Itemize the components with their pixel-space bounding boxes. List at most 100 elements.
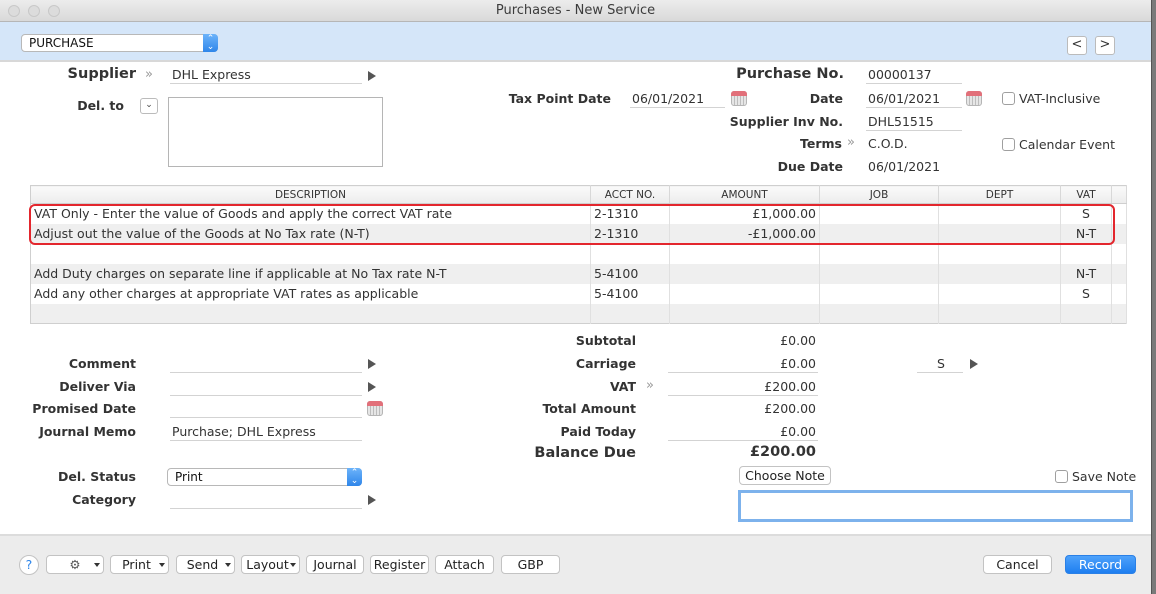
vat-field[interactable]: £200.00 [668,378,818,396]
column-header-vat[interactable]: VAT [1060,185,1112,204]
comment-field[interactable] [170,355,362,373]
cell-description[interactable] [30,243,591,264]
zoom-window-button[interactable] [48,5,60,17]
cancel-button[interactable]: Cancel [983,555,1052,574]
transaction-type-select[interactable]: PURCHASE ⌃ ⌄ [21,34,218,52]
cell-dept[interactable] [938,223,1061,244]
carriage-tax-code-field[interactable]: S [917,355,963,373]
promised-date-calendar-icon[interactable] [367,401,383,416]
table-row[interactable] [30,243,1127,264]
cell-vat[interactable]: S [1060,203,1112,224]
table-row[interactable]: VAT Only - Enter the value of Goods and … [30,203,1127,224]
attach-button[interactable]: Attach [435,555,494,574]
comment-arrow-icon[interactable] [368,359,376,369]
cell-job[interactable] [819,243,939,264]
cell-description[interactable] [30,303,591,324]
layout-button[interactable]: Layout [241,555,300,574]
minimize-window-button[interactable] [28,5,40,17]
register-button[interactable]: Register [370,555,429,574]
cell-vat[interactable] [1060,303,1112,324]
category-arrow-icon[interactable] [368,495,376,505]
carriage-tax-arrow-icon[interactable] [970,359,978,369]
terms-lookup-icon[interactable]: » [847,135,855,150]
cell-vat[interactable]: N-T [1060,223,1112,244]
save-note-checkbox[interactable] [1055,470,1068,483]
tax-point-calendar-icon[interactable] [731,91,747,106]
tax-point-date-field[interactable]: 06/01/2021 [630,90,725,108]
cell-amount[interactable] [669,263,820,284]
del-to-address-field[interactable] [168,97,383,167]
promised-date-field[interactable] [170,400,362,418]
cell-vat[interactable]: N-T [1060,263,1112,284]
del-status-select[interactable]: Print ⌃ ⌄ [167,468,362,486]
cell-job[interactable] [819,303,939,324]
cell-acct[interactable] [590,243,670,264]
previous-record-button[interactable]: < [1067,36,1087,55]
cell-vat[interactable]: S [1060,283,1112,304]
cell-job[interactable] [819,263,939,284]
table-row[interactable] [30,303,1127,324]
cell-dept[interactable] [938,283,1061,304]
send-button[interactable]: Send [176,555,235,574]
carriage-field[interactable]: £0.00 [668,355,818,373]
supplier-inv-field[interactable]: DHL51515 [866,113,962,131]
vat-detail-icon[interactable]: » [646,378,654,393]
cell-acct[interactable] [590,303,670,324]
deliver-via-arrow-icon[interactable] [368,382,376,392]
note-text-field[interactable] [738,490,1133,522]
column-header-job[interactable]: JOB [819,185,939,204]
cell-acct[interactable]: 5-4100 [590,283,670,304]
column-header-amount[interactable]: AMOUNT [669,185,820,204]
cell-amount[interactable]: £1,000.00 [669,203,820,224]
cell-acct[interactable]: 2-1310 [590,223,670,244]
cell-acct[interactable]: 2-1310 [590,203,670,224]
table-row[interactable]: Add Duty charges on separate line if app… [30,263,1127,284]
settings-menu-button[interactable]: ⚙ [46,555,104,574]
help-button[interactable]: ? [19,555,39,575]
cell-description[interactable]: VAT Only - Enter the value of Goods and … [30,203,591,224]
date-field[interactable]: 06/01/2021 [866,90,962,108]
supplier-lookup-icon[interactable]: » [145,67,153,82]
column-header-dept[interactable]: DEPT [938,185,1061,204]
journal-memo-field[interactable]: Purchase; DHL Express [170,423,362,441]
cell-acct[interactable]: 5-4100 [590,263,670,284]
category-field[interactable] [170,491,362,509]
print-button[interactable]: Print [110,555,169,574]
del-to-dropdown-button[interactable]: ⌄ [140,98,158,114]
cell-amount[interactable]: -£1,000.00 [669,223,820,244]
deliver-via-field[interactable] [170,378,362,396]
paid-today-field[interactable]: £0.00 [668,423,818,441]
cell-dept[interactable] [938,263,1061,284]
column-header-description[interactable]: DESCRIPTION [30,185,591,204]
cell-description[interactable]: Add Duty charges on separate line if app… [30,263,591,284]
journal-button[interactable]: Journal [306,555,364,574]
cell-amount[interactable] [669,303,820,324]
purchase-no-field[interactable]: 00000137 [866,66,962,84]
cell-amount[interactable] [669,243,820,264]
cell-job[interactable] [819,203,939,224]
vat-inclusive-checkbox[interactable] [1002,92,1015,105]
currency-button[interactable]: GBP [501,555,560,574]
next-record-button[interactable]: > [1095,36,1115,55]
supplier-detail-arrow-icon[interactable] [368,71,376,81]
cell-vat[interactable] [1060,243,1112,264]
supplier-field[interactable]: DHL Express [170,66,362,84]
cell-description[interactable]: Add any other charges at appropriate VAT… [30,283,591,304]
supplier-label: Supplier [67,66,136,82]
table-row[interactable]: Add any other charges at appropriate VAT… [30,283,1127,304]
cell-amount[interactable] [669,283,820,304]
cell-dept[interactable] [938,303,1061,324]
column-header-acct[interactable]: ACCT NO. [590,185,670,204]
close-window-button[interactable] [8,5,20,17]
cell-dept[interactable] [938,243,1061,264]
cell-job[interactable] [819,223,939,244]
updown-arrows-icon: ⌃ ⌄ [203,34,218,52]
choose-note-button[interactable]: Choose Note [739,466,831,485]
calendar-event-checkbox[interactable] [1002,138,1015,151]
record-button[interactable]: Record [1065,555,1136,574]
cell-job[interactable] [819,283,939,304]
cell-description[interactable]: Adjust out the value of the Goods at No … [30,223,591,244]
table-row[interactable]: Adjust out the value of the Goods at No … [30,223,1127,244]
date-calendar-icon[interactable] [966,91,982,106]
cell-dept[interactable] [938,203,1061,224]
